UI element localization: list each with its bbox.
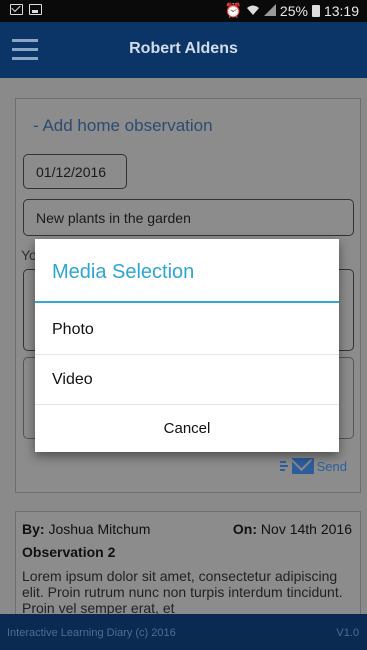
date-line: On: Nov 14th 2016: [233, 521, 352, 537]
photo-option[interactable]: Photo: [35, 305, 339, 355]
battery-icon: [311, 4, 320, 17]
cancel-button[interactable]: Cancel: [35, 407, 339, 449]
notification-icons: [10, 4, 42, 15]
mail-notification-icon: [10, 4, 23, 15]
observation-title: Observation 2: [22, 544, 116, 560]
battery-percent: 25%: [279, 2, 308, 19]
date-field[interactable]: 01/12/2016: [23, 154, 127, 189]
author-name: Joshua Mitchum: [48, 521, 151, 537]
page-title: Robert Aldens: [129, 40, 238, 57]
observation-date: Nov 14th 2016: [260, 521, 352, 537]
add-observation-toggle[interactable]: - Add home observation: [33, 116, 213, 136]
status-bar: ⏰ 25% 13:19: [0, 0, 367, 22]
app-header: Robert Aldens: [0, 22, 367, 78]
wifi-icon: [246, 3, 260, 19]
media-selection-dialog: Media Selection Photo Video Cancel: [35, 239, 339, 452]
on-label: On:: [232, 521, 258, 537]
send-label: Send: [316, 458, 347, 474]
previous-observation-card[interactable]: By: Joshua Mitchum On: Nov 14th 2016 Obs…: [15, 511, 361, 621]
footer: Interactive Learning Diary (c) 2016 V1.0: [0, 614, 367, 650]
send-button[interactable]: Send: [279, 458, 347, 474]
footer-copyright: Interactive Learning Diary (c) 2016: [7, 627, 176, 639]
author-line: By: Joshua Mitchum: [22, 521, 150, 537]
observation-body: Lorem ipsum dolor sit amet, consectetur …: [22, 568, 343, 616]
image-notification-icon: [29, 4, 42, 15]
observation-title-field[interactable]: New plants in the garden: [23, 199, 354, 236]
signal-icon: [263, 3, 276, 19]
by-label: By:: [22, 521, 45, 537]
alarm-icon: ⏰: [224, 2, 242, 18]
speed-lines-icon: [279, 461, 288, 471]
video-option[interactable]: Video: [35, 355, 339, 405]
status-indicators: ⏰ 25% 13:19: [224, 2, 359, 19]
footer-version: V1.0: [336, 627, 359, 639]
send-mail-icon: [291, 458, 314, 474]
clock: 13:19: [323, 2, 359, 19]
dialog-divider: [35, 301, 339, 303]
dialog-title: Media Selection: [52, 261, 195, 283]
